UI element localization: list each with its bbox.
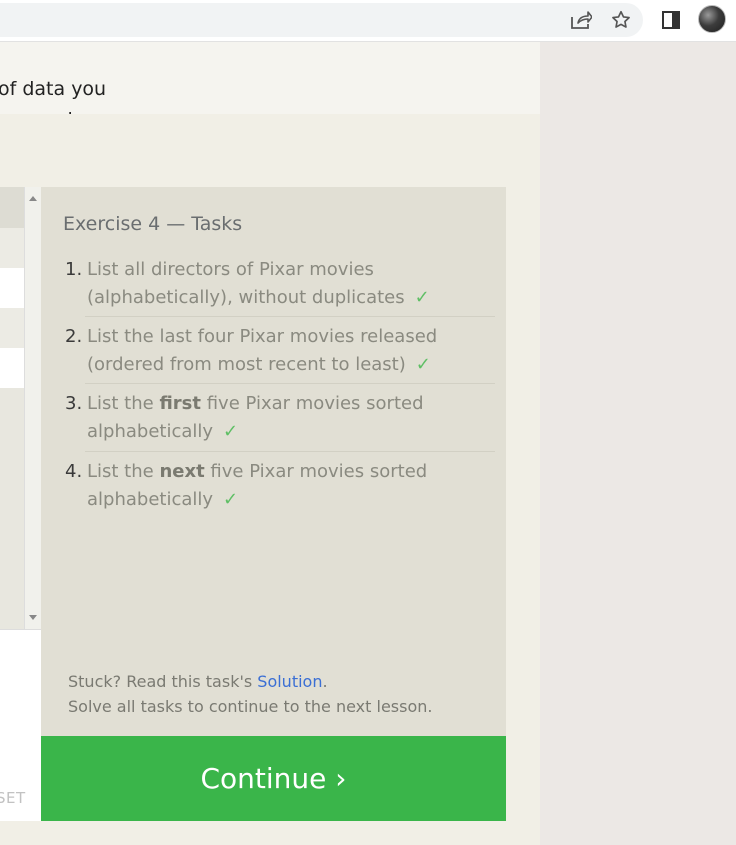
task-text: List the [87, 393, 160, 414]
profile-avatar[interactable] [698, 5, 726, 33]
task-divider [85, 383, 495, 384]
address-bar[interactable] [0, 3, 643, 37]
lesson-text-line1: of data you [0, 78, 107, 100]
check-icon: ✓ [414, 287, 430, 308]
task-text-rest: five Pixar movies sorted [201, 393, 424, 414]
table-row [0, 308, 24, 348]
continue-button[interactable]: Continue › [41, 736, 506, 821]
tasks-panel: Exercise 4 — Tasks 1. List all directors… [41, 187, 506, 736]
task-number: 4. [65, 461, 83, 482]
results-scrollbar[interactable] [24, 187, 41, 629]
task-number: 2. [65, 326, 83, 347]
lesson-intro: of data you ur queries. [0, 42, 540, 131]
table-row [0, 348, 24, 388]
tasks-title: Exercise 4 — Tasks [63, 213, 243, 235]
task-text: List the last four Pixar movies released [87, 326, 438, 347]
solution-link[interactable]: Solution [257, 672, 322, 691]
table-row [0, 228, 24, 268]
task-text-emphasis: first [159, 393, 201, 414]
scroll-down-icon[interactable] [29, 615, 37, 620]
scroll-up-icon[interactable] [29, 196, 37, 201]
task-number: 1. [65, 259, 83, 280]
check-icon: ✓ [223, 489, 239, 510]
task-text-rest: five Pixar movies sorted [204, 461, 428, 482]
reset-button[interactable]: SET [0, 789, 26, 807]
task-text: List the [87, 461, 160, 482]
star-icon[interactable] [609, 8, 633, 32]
check-icon: ✓ [223, 421, 239, 442]
task-divider [85, 451, 495, 452]
table-row [0, 268, 24, 308]
browser-toolbar [0, 0, 736, 42]
task-text: List all directors of Pixar movies [87, 259, 374, 280]
task-text-line2: (ordered from most recent to least) [87, 354, 406, 375]
page-margin [540, 42, 736, 845]
task-text-line2: alphabetically [87, 421, 214, 442]
stuck-period: . [322, 672, 328, 691]
share-icon[interactable] [569, 8, 593, 32]
task-text-emphasis: next [159, 461, 205, 482]
task-text-line2: (alphabetically), without duplicates [87, 287, 405, 308]
solve-all-text: Solve all tasks to continue to the next … [68, 697, 433, 716]
table-header-row [0, 187, 24, 228]
check-icon: ✓ [415, 354, 431, 375]
task-number: 3. [65, 393, 83, 414]
side-panel-icon[interactable] [659, 8, 683, 32]
stuck-hint: Stuck? Read this task's Solution. Solve … [68, 669, 432, 719]
task-text-line2: alphabetically [87, 489, 214, 510]
task-divider [85, 316, 495, 317]
stuck-text: Stuck? Read this task's [68, 672, 258, 691]
